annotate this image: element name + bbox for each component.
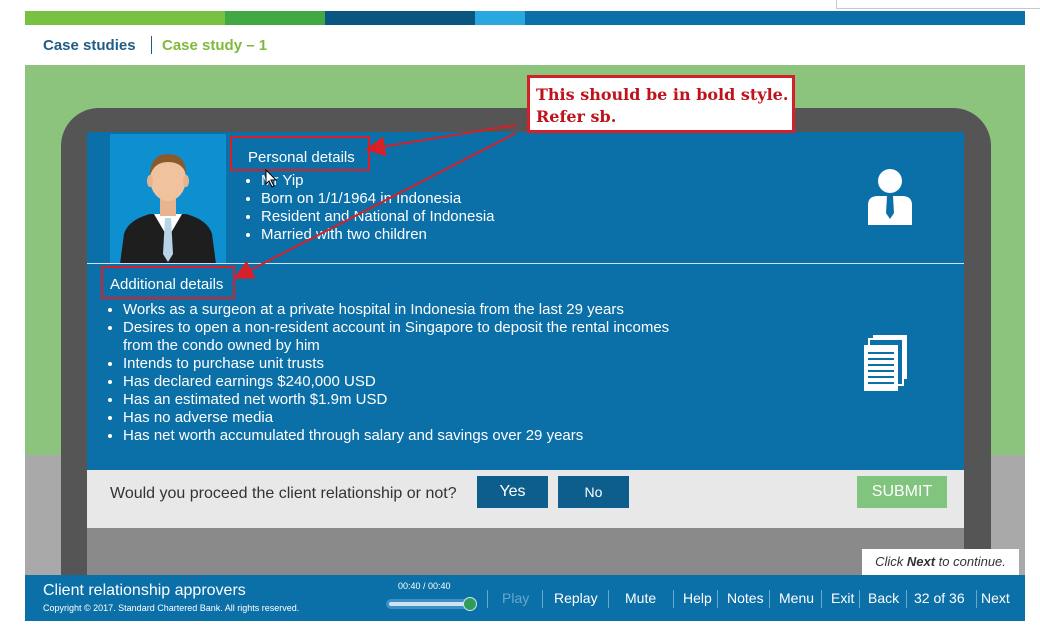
notes-button[interactable]: Notes <box>727 590 764 606</box>
back-button[interactable]: Back <box>868 590 899 606</box>
submit-button[interactable]: SUBMIT <box>857 476 947 508</box>
list-item: Has net worth accumulated through salary… <box>123 427 683 445</box>
list-item: Has declared earnings $240,000 USD <box>123 373 683 391</box>
nav-separator <box>673 590 674 608</box>
list-item: Born on 1/1/1964 in Indonesia <box>261 190 495 208</box>
nav-separator <box>717 590 718 608</box>
list-item: Works as a surgeon at a private hospital… <box>123 301 683 319</box>
list-item: Intends to purchase unit trusts <box>123 355 683 373</box>
list-item: Resident and National of Indonesia <box>261 208 495 226</box>
slide-stage: Personal details Mr Yip Born on 1/1/1964… <box>25 65 1025 575</box>
replay-button[interactable]: Replay <box>554 590 598 606</box>
help-button[interactable]: Help <box>683 590 712 606</box>
seek-handle[interactable] <box>463 597 477 611</box>
yes-button[interactable]: Yes <box>477 476 548 508</box>
top-strip-navy <box>325 11 475 25</box>
menu-button[interactable]: Menu <box>779 590 814 606</box>
cursor-icon <box>265 169 278 188</box>
list-item: Married with two children <box>261 226 495 244</box>
list-item: Desires to open a non-resident account i… <box>123 319 683 355</box>
user-icon <box>868 169 912 225</box>
nav-separator <box>906 590 907 608</box>
mute-button[interactable]: Mute <box>625 590 656 606</box>
annotation-line-1: This should be in bold style. <box>536 85 789 104</box>
section-divider <box>87 263 964 264</box>
nav-separator <box>542 590 543 608</box>
player-footer: Client relationship approvers Copyright … <box>25 575 1025 621</box>
play-button[interactable]: Play <box>502 590 529 606</box>
nav-separator <box>859 590 860 608</box>
page-counter: 32 of 36 <box>914 590 965 606</box>
exit-button[interactable]: Exit <box>831 590 854 606</box>
avatar <box>110 134 226 264</box>
top-strip-blue <box>525 11 1025 25</box>
nav-separator <box>487 590 488 608</box>
nav-separator <box>976 590 977 608</box>
breadcrumb-case-studies[interactable]: Case studies <box>43 37 136 54</box>
top-strip-cyan <box>475 11 525 25</box>
no-button[interactable]: No <box>558 476 629 508</box>
nav-separator <box>821 590 822 608</box>
documents-icon <box>864 335 907 391</box>
next-button[interactable]: Next <box>981 590 1010 606</box>
list-item: Has an estimated net worth $1.9m USD <box>123 391 683 409</box>
continue-hint: Click Next to continue. <box>862 549 1019 575</box>
breadcrumb: Case studies Case study – 1 <box>25 25 1025 65</box>
laptop-base <box>87 528 964 575</box>
review-annotation: This should be in bold style. Refer sb. <box>527 75 795 133</box>
copyright: Copyright © 2017. Standard Chartered Ban… <box>43 603 300 613</box>
breadcrumb-separator <box>151 36 152 54</box>
additional-details-list: Works as a surgeon at a private hospital… <box>105 301 683 445</box>
seek-progress <box>389 602 473 606</box>
course-title: Client relationship approvers <box>43 582 246 599</box>
hint-prefix: Click <box>875 554 907 569</box>
highlight-box-additional <box>101 266 235 299</box>
top-strip-green-dark <box>225 11 325 25</box>
hint-next: Next <box>906 554 936 569</box>
nav-separator <box>769 590 770 608</box>
personal-details-list: Mr Yip Born on 1/1/1964 in Indonesia Res… <box>243 172 495 244</box>
question-text: Would you proceed the client relationshi… <box>110 485 457 502</box>
top-strip-green-light <box>25 11 225 25</box>
nav-separator <box>608 590 609 608</box>
highlight-box-personal <box>230 136 370 171</box>
annotation-line-2: Refer sb. <box>536 107 617 126</box>
breadcrumb-current: Case study – 1 <box>162 37 268 54</box>
corner-frame <box>836 0 1040 9</box>
list-item: Mr Yip <box>261 172 495 190</box>
time-readout: 00:40 / 00:40 <box>398 581 451 591</box>
businessman-illustration <box>120 154 216 264</box>
list-item: Has no adverse media <box>123 409 683 427</box>
hint-suffix: to continue. <box>935 554 1006 569</box>
